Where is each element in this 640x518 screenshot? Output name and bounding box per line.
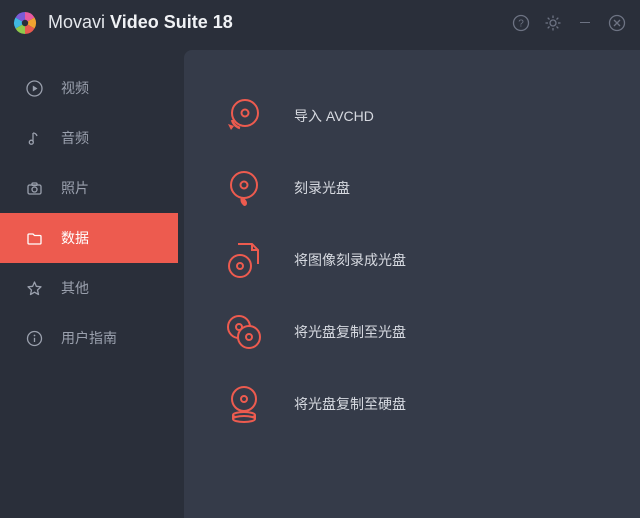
action-label: 导入 AVCHD bbox=[294, 106, 374, 126]
import-avchd-icon bbox=[224, 96, 264, 136]
minimize-icon[interactable] bbox=[574, 12, 596, 34]
sidebar-item-data[interactable]: 数据 bbox=[0, 213, 178, 263]
action-burn-disc[interactable]: 刻录光盘 bbox=[224, 152, 630, 224]
sidebar-item-audio[interactable]: 音频 bbox=[0, 113, 178, 163]
close-icon[interactable] bbox=[606, 12, 628, 34]
help-icon[interactable]: ? bbox=[510, 12, 532, 34]
action-label: 将光盘复制至光盘 bbox=[294, 322, 406, 342]
disc-to-disc-icon bbox=[224, 312, 264, 352]
info-icon bbox=[25, 329, 43, 347]
sidebar-item-label: 其他 bbox=[61, 278, 89, 298]
music-note-icon bbox=[25, 129, 43, 147]
sidebar-item-video[interactable]: 视频 bbox=[0, 63, 178, 113]
gear-icon[interactable] bbox=[542, 12, 564, 34]
window-controls: ? bbox=[510, 12, 628, 34]
action-label: 刻录光盘 bbox=[294, 178, 350, 198]
sidebar-item-label: 数据 bbox=[61, 228, 89, 248]
sidebar: 视频 音频 照片 数据 其他 bbox=[0, 45, 178, 518]
app-logo-icon bbox=[12, 10, 38, 36]
burn-disc-icon bbox=[224, 168, 264, 208]
app-title: Movavi Video Suite 18 bbox=[48, 12, 510, 33]
action-label: 将光盘复制至硬盘 bbox=[294, 394, 406, 414]
sidebar-item-label: 视频 bbox=[61, 78, 89, 98]
svg-text:?: ? bbox=[518, 18, 524, 29]
action-disc-to-disc[interactable]: 将光盘复制至光盘 bbox=[224, 296, 630, 368]
main-panel: 导入 AVCHD 刻录光盘 将图像刻录成光盘 将光盘复制至光盘 将光盘复制至硬盘 bbox=[184, 50, 640, 518]
action-image-to-disc[interactable]: 将图像刻录成光盘 bbox=[224, 224, 630, 296]
title-bar: Movavi Video Suite 18 ? bbox=[0, 0, 640, 45]
folder-icon bbox=[25, 229, 43, 247]
play-icon bbox=[25, 79, 43, 97]
sidebar-item-label: 音频 bbox=[61, 128, 89, 148]
action-label: 将图像刻录成光盘 bbox=[294, 250, 406, 270]
action-disc-to-hdd[interactable]: 将光盘复制至硬盘 bbox=[224, 368, 630, 440]
image-to-disc-icon bbox=[224, 240, 264, 280]
sidebar-item-photo[interactable]: 照片 bbox=[0, 163, 178, 213]
star-icon bbox=[25, 279, 43, 297]
action-import-avchd[interactable]: 导入 AVCHD bbox=[224, 80, 630, 152]
camera-icon bbox=[25, 179, 43, 197]
sidebar-item-label: 用户指南 bbox=[61, 328, 117, 348]
sidebar-item-other[interactable]: 其他 bbox=[0, 263, 178, 313]
disc-to-hdd-icon bbox=[224, 384, 264, 424]
sidebar-item-label: 照片 bbox=[61, 178, 89, 198]
sidebar-item-guide[interactable]: 用户指南 bbox=[0, 313, 178, 363]
